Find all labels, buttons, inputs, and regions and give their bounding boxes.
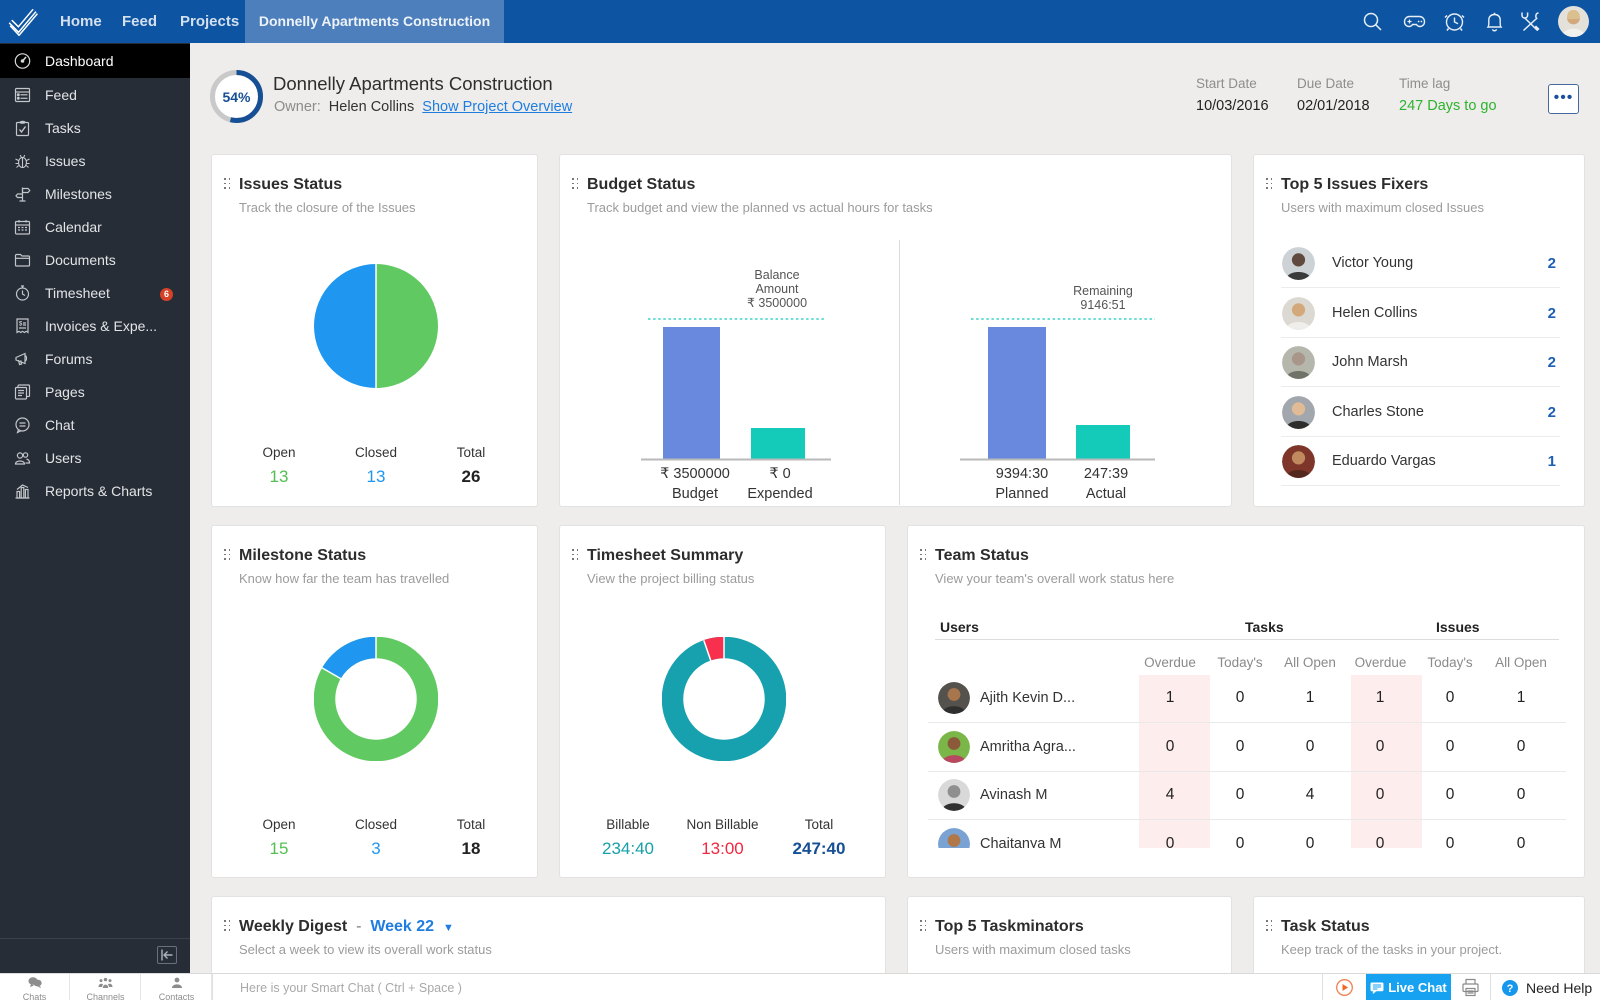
svg-text:Planned: Planned bbox=[995, 486, 1048, 502]
svg-text:Budget: Budget bbox=[672, 486, 718, 502]
svg-text:$: $ bbox=[19, 321, 23, 327]
svg-text:₹ 0: ₹ 0 bbox=[769, 466, 790, 482]
svg-text:Actual: Actual bbox=[1086, 486, 1126, 502]
svg-text:₹ 3500000: ₹ 3500000 bbox=[747, 296, 807, 310]
svg-text:54%: 54% bbox=[222, 89, 251, 105]
svg-text:₹ 3500000: ₹ 3500000 bbox=[660, 466, 730, 482]
svg-text:Remaining: Remaining bbox=[1073, 284, 1133, 298]
svg-text:9146:51: 9146:51 bbox=[1080, 298, 1125, 312]
svg-text:Balance: Balance bbox=[754, 268, 799, 282]
svg-text:Expended: Expended bbox=[747, 486, 812, 502]
svg-text:247:39: 247:39 bbox=[1084, 466, 1128, 482]
svg-text:9394:30: 9394:30 bbox=[996, 466, 1048, 482]
svg-text:Amount: Amount bbox=[755, 282, 799, 296]
svg-text:?: ? bbox=[1507, 983, 1514, 995]
